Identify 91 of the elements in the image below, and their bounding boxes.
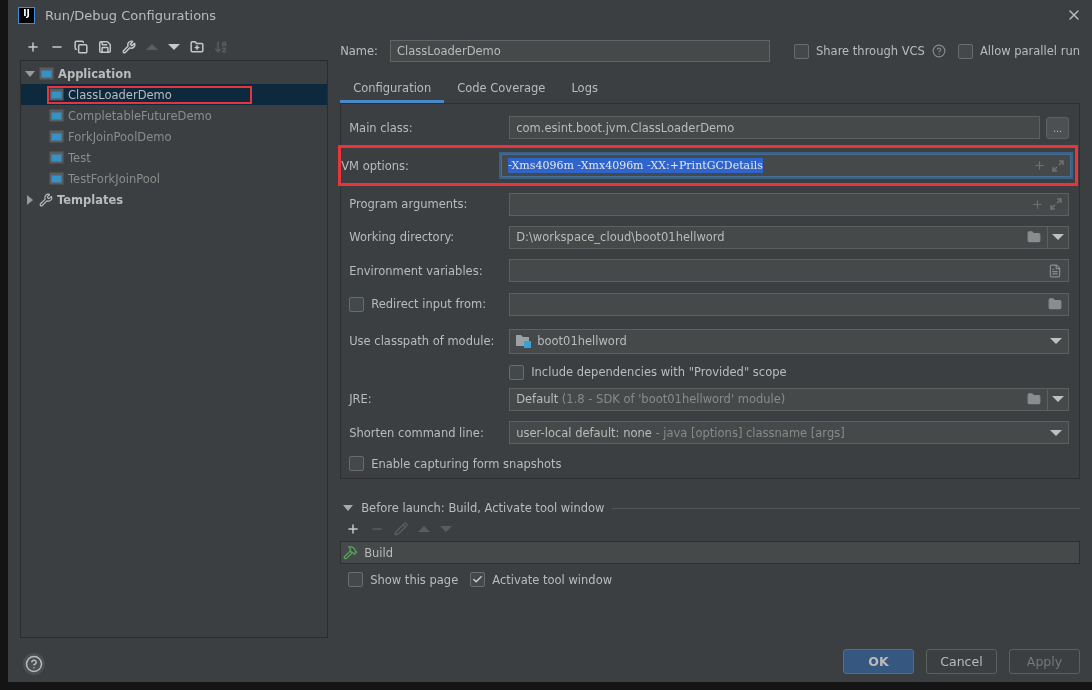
checkbox[interactable] <box>349 296 365 312</box>
tab[interactable]: Logs <box>558 76 611 103</box>
selected-text: -Xms4096m -Xmx4096m -XX:+PrintGCDetails <box>508 158 763 174</box>
checkbox-label: Show this page <box>370 572 459 587</box>
tab[interactable]: Configuration <box>340 76 445 103</box>
tab[interactable]: Code Coverage <box>444 76 559 103</box>
field-label: Include dependencies with "Provided" scope <box>531 365 787 380</box>
field-label: Enable capturing form snapshots <box>371 456 562 471</box>
expand-icon[interactable] <box>1052 159 1064 172</box>
browse-button[interactable]: ... <box>1046 116 1069 139</box>
main-class-field[interactable]: com.esint.boot.jvm.ClassLoaderDemo <box>509 116 1040 140</box>
tree-item[interactable]: ClassLoaderDemo <box>21 84 328 105</box>
field-label: Redirect input from: <box>371 297 487 312</box>
document-icon[interactable] <box>1048 263 1062 278</box>
module-dropdown[interactable]: boot01hellword <box>509 328 1069 354</box>
field-value: user-local default: none - java [options] classname [args] <box>516 425 845 440</box>
dropdown-button[interactable] <box>1048 387 1069 411</box>
tree-item[interactable]: Templates <box>21 189 328 210</box>
checkbox-label: Activate tool window <box>492 572 613 587</box>
path-field[interactable]: Default (1.8 - SDK of 'boot01hellword' module) <box>509 387 1048 411</box>
shorten-dropdown[interactable]: user-local default: none - java [options] classname [args] <box>509 421 1069 445</box>
dialog-button[interactable]: Cancel <box>926 649 997 674</box>
window-title: Run/Debug Configurations <box>45 7 218 23</box>
checkbox-label: Share through VCS <box>816 44 925 58</box>
copy-icon[interactable] <box>74 40 88 54</box>
path-field[interactable]: D:\workspace_cloud\boot01hellword <box>509 225 1048 249</box>
tree-item[interactable]: Application <box>21 63 328 84</box>
field-label: VM options: <box>341 158 410 173</box>
field-value: D:\workspace_cloud\boot01hellword <box>516 230 725 245</box>
field-label: Shorten command line: <box>349 425 485 440</box>
options-field[interactable]: -Xms4096m -Xmx4096m -XX:+PrintGCDetails <box>501 154 1071 178</box>
input-file-field[interactable] <box>509 292 1069 316</box>
hammer-icon <box>343 545 359 560</box>
application-icon <box>49 109 64 122</box>
add-icon[interactable] <box>1031 197 1044 211</box>
folder-icon[interactable] <box>1027 392 1041 407</box>
name-label: Name: <box>340 44 378 58</box>
expanded-arrow-icon[interactable] <box>25 68 35 79</box>
application-icon <box>49 151 64 164</box>
application-icon <box>49 88 64 101</box>
options-field[interactable] <box>509 192 1069 216</box>
tree-item[interactable]: TestForkJoinPool <box>21 168 328 189</box>
add-icon[interactable] <box>26 40 40 54</box>
expand-icon[interactable] <box>1050 198 1062 211</box>
wrench-icon[interactable] <box>122 40 136 54</box>
field-value: boot01hellword <box>537 334 627 349</box>
tree-item[interactable]: Test <box>21 147 328 168</box>
move-down-icon[interactable] <box>168 43 180 51</box>
field-label: Use classpath of module: <box>349 334 496 349</box>
dropdown-arrow-icon[interactable] <box>1050 337 1062 346</box>
dropdown-arrow-icon[interactable] <box>1052 233 1064 242</box>
checkbox[interactable] <box>470 572 486 587</box>
application-icon <box>39 67 54 80</box>
checkbox[interactable] <box>348 572 364 587</box>
folder-icon[interactable] <box>1027 230 1041 245</box>
dropdown-arrow-icon[interactable] <box>1052 395 1064 404</box>
checkbox-label: Allow parallel run <box>979 44 1080 58</box>
collapsed-arrow-icon[interactable] <box>25 194 35 205</box>
app-logo: IJ <box>18 6 35 24</box>
name-field[interactable]: ClassLoaderDemo <box>390 40 770 62</box>
checkbox[interactable] <box>349 456 365 472</box>
field-label: Environment variables: <box>349 263 484 278</box>
checkbox[interactable] <box>794 43 809 59</box>
application-icon <box>49 172 64 185</box>
section-title: Before launch: Build, Activate tool window <box>361 501 605 515</box>
dropdown-arrow-icon[interactable] <box>1050 428 1062 437</box>
field-value: Default (1.8 - SDK of 'boot01hellword' module) <box>516 392 786 407</box>
expanded-arrow-icon[interactable] <box>343 504 354 512</box>
help-icon[interactable] <box>931 44 946 58</box>
environment-field[interactable] <box>509 259 1069 283</box>
folder-icon[interactable] <box>1048 297 1062 312</box>
checkbox[interactable] <box>957 43 973 59</box>
task-item[interactable]: Build <box>340 541 1080 564</box>
add-icon[interactable] <box>346 522 361 536</box>
save-icon[interactable] <box>98 40 112 54</box>
application-icon <box>49 130 64 143</box>
field-label: JRE: <box>349 392 373 407</box>
new-folder-icon[interactable] <box>190 40 204 54</box>
field-label: Program arguments: <box>349 197 469 212</box>
check-icon <box>472 574 484 585</box>
field-label: Working directory: <box>349 230 456 245</box>
dropdown-button[interactable] <box>1048 225 1069 249</box>
tree-item[interactable]: CompletableFutureDemo <box>21 105 328 126</box>
dialog-button[interactable]: OK <box>843 649 914 674</box>
add-icon[interactable] <box>1033 159 1046 173</box>
wrench-icon <box>39 192 53 207</box>
tree-item[interactable]: ForkJoinPoolDemo <box>21 126 328 147</box>
field-label: Main class: <box>349 120 414 135</box>
help-button[interactable] <box>23 653 45 675</box>
module-icon <box>516 334 532 349</box>
checkbox[interactable] <box>509 364 525 380</box>
